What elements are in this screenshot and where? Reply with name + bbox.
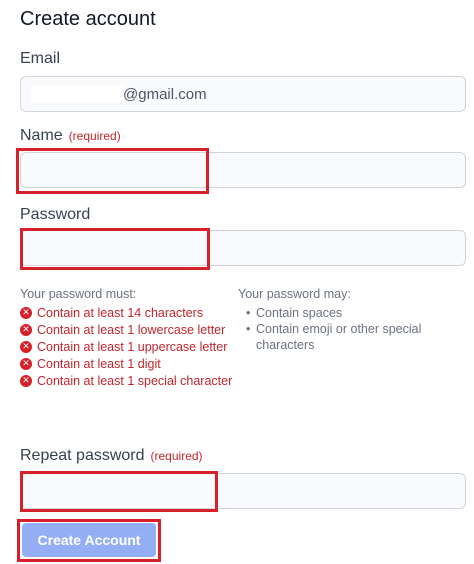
bullet-icon: • — [246, 322, 251, 336]
error-icon: ✕ — [20, 324, 32, 336]
error-icon: ✕ — [20, 307, 32, 319]
list-item: ✕ Contain at least 1 uppercase letter — [20, 339, 235, 355]
name-label: Name (required) — [20, 127, 121, 144]
create-account-button[interactable]: Create Account — [22, 523, 156, 557]
password-field[interactable] — [20, 230, 466, 266]
name-field[interactable] — [20, 152, 466, 188]
email-redaction — [31, 85, 123, 103]
password-requirements: Your password must: ✕ Contain at least 14… — [20, 287, 235, 390]
list-item: ✕ Contain at least 1 special character — [20, 373, 235, 389]
bullet-icon: • — [246, 306, 251, 320]
list-item: ✕ Contain at least 1 digit — [20, 356, 235, 372]
password-allowances: Your password may: • Contain spaces • Cont… — [238, 287, 468, 353]
list-item: • Contain emoji or other special characte… — [238, 321, 468, 353]
required-badge: (required) — [68, 129, 121, 143]
list-item: • Contain spaces — [238, 305, 468, 321]
list-item: ✕ Contain at least 1 lowercase letter — [20, 322, 235, 338]
requirements-heading: Your password must: — [20, 287, 137, 301]
error-icon: ✕ — [20, 358, 32, 370]
required-badge: (required) — [150, 449, 203, 463]
repeat-password-field[interactable] — [20, 473, 466, 509]
error-icon: ✕ — [20, 375, 32, 387]
email-label: Email — [20, 50, 61, 67]
allowances-heading: Your password may: — [238, 287, 351, 301]
password-label: Password — [20, 206, 91, 223]
page-title: Create account — [20, 8, 156, 30]
email-domain: @gmail.com — [123, 86, 207, 103]
list-item: ✕ Contain at least 14 characters — [20, 305, 235, 321]
email-field[interactable]: @gmail.com — [20, 76, 466, 112]
repeat-password-label: Repeat password (required) — [20, 447, 203, 464]
error-icon: ✕ — [20, 341, 32, 353]
